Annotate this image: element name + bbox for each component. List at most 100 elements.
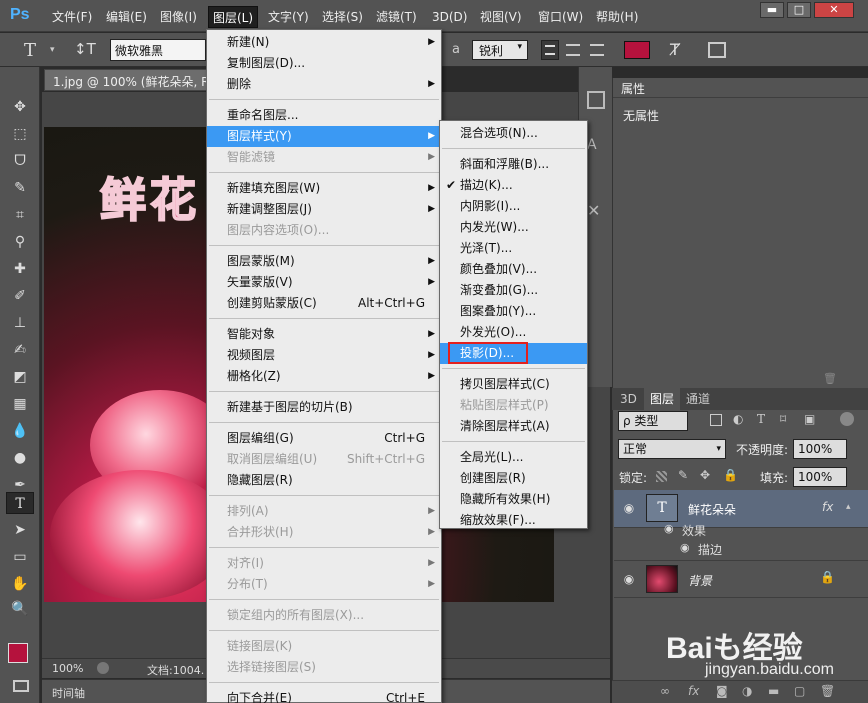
marquee-tool-icon[interactable]: ⬚ [6, 123, 34, 145]
fill-input[interactable]: 100% [793, 467, 847, 487]
healing-brush-tool-icon[interactable]: ✚ [6, 258, 34, 280]
filter-pixel-icon[interactable] [710, 414, 722, 426]
layer-menu-item[interactable]: 新建基于图层的切片(B) [207, 397, 441, 418]
menu-6[interactable]: 选择(S) [318, 8, 367, 26]
menu-7[interactable]: 滤镜(T) [372, 8, 421, 26]
blend-mode-select[interactable]: 正常 ▾ [618, 439, 726, 459]
menu-10[interactable]: 窗口(W) [534, 8, 587, 26]
tab-channels[interactable]: 通道 [680, 388, 716, 410]
quick-mask-icon[interactable] [13, 680, 29, 692]
layer-style-item[interactable]: 隐藏所有效果(H) [440, 489, 587, 510]
fx-icon[interactable]: fx [822, 500, 833, 514]
layer-style-item[interactable]: 混合选项(N)... [440, 123, 587, 144]
layer-name[interactable]: 背景 [688, 572, 712, 589]
menu-11[interactable]: 帮助(H) [592, 8, 642, 26]
font-family-select[interactable]: 微软雅黑 [110, 39, 206, 61]
character-panel-icon[interactable]: A [587, 137, 597, 153]
tool-preset-dropdown-icon[interactable]: ▾ [50, 45, 55, 55]
add-style-icon[interactable]: fx [688, 684, 699, 698]
eye-icon[interactable]: ◉ [664, 522, 674, 535]
eye-icon[interactable]: ◉ [680, 541, 690, 554]
menu-5[interactable]: 文字(Y) [264, 8, 313, 26]
layer-style-item[interactable]: 拷贝图层样式(C) [440, 374, 587, 395]
path-selection-tool-icon[interactable]: ➤ [6, 519, 34, 541]
clone-stamp-tool-icon[interactable]: ⊥ [6, 312, 34, 334]
delete-layer-icon[interactable]: 🗑 [820, 684, 835, 698]
layer-style-item[interactable]: 全局光(L)... [440, 447, 587, 468]
properties-tab[interactable]: 属性 [613, 78, 868, 98]
text-color-swatch[interactable] [624, 41, 650, 59]
menu-3[interactable]: 图像(I) [156, 8, 201, 26]
eyedropper-tool-icon[interactable]: ⚲ [6, 231, 34, 253]
layer-style-item[interactable]: 图案叠加(Y)... [440, 301, 587, 322]
layer-kind-filter[interactable]: ρ 类型 [618, 411, 688, 431]
zoom-tool-icon[interactable]: 🔍 [6, 598, 34, 620]
layer-menu-item[interactable]: 新建填充图层(W) ▶ [207, 178, 441, 199]
layer-style-item[interactable]: ✔ 描边(K)... [440, 175, 587, 196]
effect-stroke-row[interactable]: ◉ 描边 [614, 541, 868, 559]
layer-style-item[interactable]: 内发光(W)... [440, 217, 587, 238]
lock-position-icon[interactable]: ✥ [700, 468, 710, 482]
align-center-icon[interactable] [566, 44, 580, 56]
layer-style-item[interactable]: 清除图层样式(A) [440, 416, 587, 437]
lock-transparent-icon[interactable] [656, 471, 667, 482]
minimize-button[interactable]: ▬ [760, 2, 784, 18]
align-left-button[interactable] [541, 40, 559, 60]
close-button[interactable]: ✕ [814, 2, 854, 18]
visibility-eye-icon[interactable]: ◉ [622, 572, 636, 586]
trash-icon[interactable]: 🗑 [823, 372, 837, 385]
character-panel-icon[interactable] [708, 42, 726, 58]
layer-menu-item[interactable]: 图层编组(G) Ctrl+G [207, 428, 441, 449]
tools-preset-icon[interactable]: ✕ [587, 201, 600, 220]
layer-style-item[interactable]: 缩放效果(F)... [440, 510, 587, 531]
layer-menu-item[interactable]: 视频图层 ▶ [207, 345, 441, 366]
filter-shape-icon[interactable]: ⌑ [780, 412, 786, 426]
align-right-icon[interactable] [590, 44, 604, 56]
hand-tool-icon[interactable]: ✋ [6, 573, 34, 595]
layer-name[interactable]: 鲜花朵朵 [688, 501, 736, 518]
layer-menu-item[interactable]: 图层样式(Y) ▶ [207, 126, 441, 147]
layer-style-item[interactable]: 外发光(O)... [440, 322, 587, 343]
effects-row[interactable]: ◉ 效果 [614, 522, 868, 540]
layer-menu-item[interactable]: 栅格化(Z) ▶ [207, 366, 441, 387]
layer-menu-item[interactable]: 向下合并(E) Ctrl+E [207, 688, 441, 703]
toggle-text-orientation-icon[interactable]: ↕T [74, 40, 96, 58]
layer-menu-item[interactable]: 重命名图层... [207, 105, 441, 126]
eraser-tool-icon[interactable]: ◩ [6, 366, 34, 388]
dodge-tool-icon[interactable]: ● [6, 447, 34, 469]
menu-4[interactable]: 图层(L) [208, 6, 259, 28]
layer-menu-item[interactable]: 新建(N) ▶ [207, 32, 441, 53]
filter-type-icon[interactable]: T [757, 412, 765, 426]
new-group-icon[interactable]: ▬ [768, 684, 779, 698]
lock-all-icon[interactable]: 🔒 [723, 468, 738, 482]
history-panel-icon[interactable] [587, 91, 605, 109]
new-layer-icon[interactable]: ▢ [794, 684, 805, 698]
anti-alias-select[interactable]: 锐利 ▾ [472, 40, 528, 60]
menu-2[interactable]: 编辑(E) [102, 8, 151, 26]
status-info-icon[interactable] [97, 662, 109, 674]
link-layers-icon[interactable]: ∞ [660, 684, 670, 698]
layer-menu-item[interactable]: 图层蒙版(M) ▶ [207, 251, 441, 272]
layer-style-item[interactable]: 创建图层(R) [440, 468, 587, 489]
visibility-eye-icon[interactable]: ◉ [622, 501, 636, 515]
blur-tool-icon[interactable]: 💧 [6, 420, 34, 442]
quick-select-tool-icon[interactable]: ✎ [6, 177, 34, 199]
history-brush-tool-icon[interactable]: ✍ [6, 339, 34, 361]
layer-menu-item[interactable]: 创建剪贴蒙版(C) Alt+Ctrl+G [207, 293, 441, 314]
layer-style-item[interactable]: 斜面和浮雕(B)... [440, 154, 587, 175]
filter-adjustment-icon[interactable]: ◐ [733, 412, 743, 426]
menu-8[interactable]: 3D(D) [428, 8, 471, 26]
crop-tool-icon[interactable]: ⌗ [6, 204, 34, 226]
type-tool-icon[interactable]: T [24, 40, 36, 61]
layer-menu-item[interactable]: 新建调整图层(J) ▶ [207, 199, 441, 220]
zoom-level[interactable]: 100% [52, 662, 83, 675]
layer-style-item[interactable]: 颜色叠加(V)... [440, 259, 587, 280]
layer-style-item[interactable]: 渐变叠加(G)... [440, 280, 587, 301]
foreground-color-swatch[interactable] [8, 643, 28, 663]
expand-effects-icon[interactable]: ▴ [846, 502, 851, 512]
layer-menu-item[interactable]: 复制图层(D)... [207, 53, 441, 74]
filter-smart-object-icon[interactable]: ▣ [804, 412, 815, 426]
type-tool-button[interactable]: T [6, 492, 34, 514]
warp-text-icon[interactable]: Ⱦ [670, 40, 680, 59]
rectangle-tool-icon[interactable]: ▭ [6, 546, 34, 568]
